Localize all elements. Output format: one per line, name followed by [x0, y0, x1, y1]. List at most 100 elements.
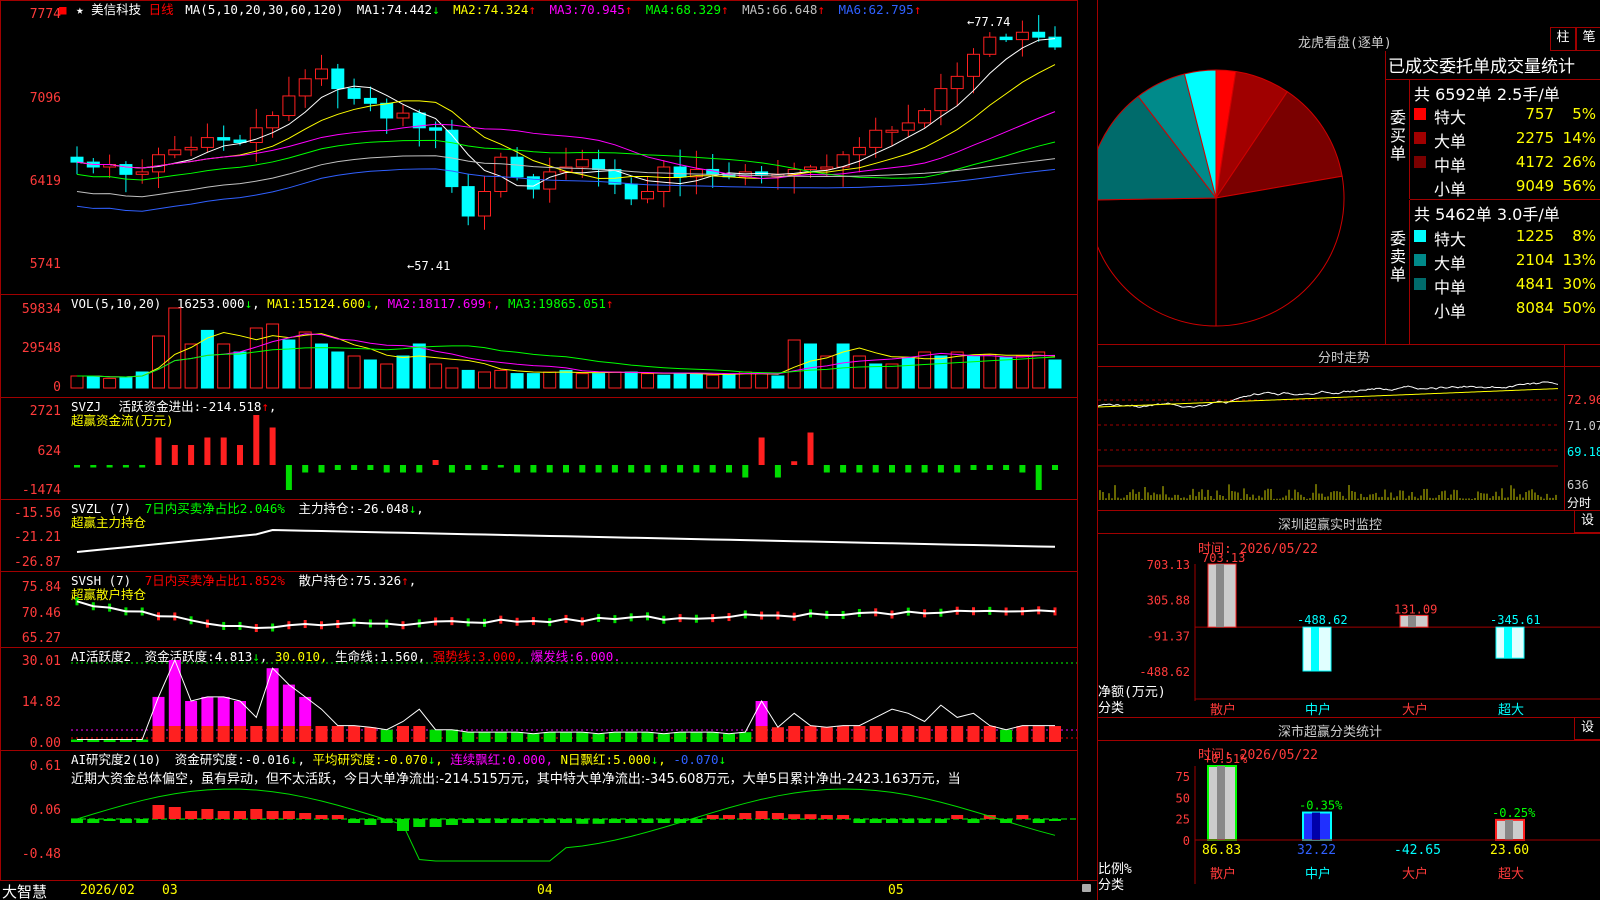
active-bar	[462, 732, 475, 742]
vol-bar	[983, 353, 997, 389]
research-bar	[282, 811, 295, 819]
avg-line	[1098, 388, 1558, 408]
candle-body	[135, 171, 149, 175]
intraday-chart[interactable]	[1098, 345, 1558, 511]
sz-monitor-panel[interactable]: 深圳超赢实时监控 设 时间: 2026/05/22 703.13 305.88 -9…	[1097, 510, 1600, 718]
research-bar	[788, 814, 801, 819]
pen-mode-button[interactable]: 笔	[1576, 27, 1600, 51]
research-bar	[445, 819, 458, 825]
vol-bar	[478, 371, 491, 389]
research-bar	[886, 819, 898, 823]
svzj-bar	[432, 460, 439, 465]
svzl-chart[interactable]	[1, 500, 1078, 572]
lhkp-pie[interactable]	[1098, 27, 1368, 327]
vol-bar	[200, 329, 214, 389]
intraday-y-axis: 72.96 71.07 69.18 636 分时	[1564, 345, 1600, 510]
active-bar	[902, 726, 915, 742]
research-bar	[511, 819, 524, 823]
lock-icon[interactable]	[1082, 884, 1091, 892]
svzj-bar	[644, 465, 651, 473]
research-bar	[478, 819, 491, 823]
research-bar	[592, 819, 605, 824]
active-bar	[820, 727, 833, 742]
bar-top-label: -0.35%	[1299, 799, 1343, 813]
active-bar	[1032, 726, 1045, 742]
ai-active-panel[interactable]: 30.01 14.82 0.00 AI活跃度2 资金活跃度:4.813↓, 30…	[0, 647, 1078, 751]
research-bar	[951, 815, 964, 819]
candle-body	[934, 88, 948, 112]
y-tick: 0	[1183, 834, 1190, 848]
y-tick: 71.07	[1567, 419, 1600, 433]
bar-value-label: 32.22	[1297, 843, 1336, 858]
vol-bar	[526, 373, 540, 389]
y-tick: 305.88	[1147, 594, 1190, 608]
bar-shade	[1216, 564, 1224, 628]
active-bar	[413, 726, 426, 742]
category-label: 超大	[1498, 867, 1524, 882]
active-bar	[315, 726, 328, 742]
sz-class-chart[interactable]: 75 50 25 0 +0.51% 86.83 散户 -0.35% 32.22 中户 -42.65 大…	[1098, 718, 1600, 900]
sz-class-panel[interactable]: 深市超赢分类统计 设 时间: 2026/05/22 75 50 25 0 +0.51% 8…	[1097, 717, 1600, 900]
sz-monitor-chart[interactable]: 703.13 305.88 -91.37 -488.62 703.13 散户 -488.62…	[1098, 511, 1600, 718]
svsh-chart[interactable]	[1, 572, 1078, 648]
svzj-bar	[856, 465, 863, 473]
ai-active-chart[interactable]	[1, 648, 1078, 751]
y-tick: 分时	[1567, 496, 1592, 510]
vol-bar	[331, 351, 345, 389]
candle-body	[820, 166, 834, 170]
active-bar	[185, 701, 198, 726]
research-bar	[755, 811, 768, 819]
buy-row-m: 中单 4172 26%	[1410, 151, 1600, 175]
intraday-panel[interactable]: 分时走势 72.96 71.07 69.18 636 分时	[1097, 344, 1600, 511]
active-bar	[168, 726, 181, 742]
active-bar	[511, 732, 524, 742]
active-bar	[429, 729, 442, 742]
active-bar	[152, 726, 165, 742]
vol-bar	[575, 373, 589, 389]
candle-body	[315, 68, 328, 80]
svzj-bar	[742, 465, 749, 478]
vol-bar	[429, 363, 443, 389]
ai-research-panel[interactable]: 0.61 0.06 -0.48 AI研究度2(10) 资金研究度:-0.016↓…	[0, 750, 1078, 881]
vol-bar	[787, 339, 801, 389]
active-bar	[1016, 726, 1029, 742]
vol-chart[interactable]	[1, 295, 1078, 398]
svzj-bar	[448, 465, 455, 473]
sell-row-m: 中单 4841 30%	[1410, 273, 1600, 297]
svzj-bar	[302, 465, 309, 473]
svsh-panel[interactable]: 75.84 70.46 65.27 SVSH (7) 7日内买卖净占比1.852…	[0, 571, 1078, 648]
kline-panel[interactable]: 7774 7096 6419 5741 ■ ★ 美信科技 日线 MA(5,10,…	[0, 0, 1078, 295]
low-mark: ←57.41	[407, 259, 451, 273]
candle-body	[804, 166, 817, 170]
bar-mode-button[interactable]: 柱	[1550, 27, 1576, 51]
candle-body	[967, 53, 980, 77]
vol-bar	[315, 343, 328, 389]
vol-bar	[967, 355, 980, 389]
candle-body	[950, 75, 964, 90]
research-bar	[103, 819, 116, 821]
vol-panel[interactable]: 59834 29548 0 VOL(5,10,20) 16253.000↓, M…	[0, 294, 1078, 398]
kline-chart[interactable]	[1, 1, 1078, 295]
active-bar	[853, 726, 866, 742]
svzj-panel[interactable]: 2721 624 -1474 SVZJ 活跃资金进出:-214.518↑, 超赢…	[0, 397, 1078, 500]
svzj-bar	[481, 465, 488, 470]
active-bar	[250, 726, 263, 742]
ai-research-chart[interactable]	[1, 751, 1078, 881]
vol-bar	[901, 357, 915, 389]
research-bar	[560, 819, 572, 823]
active-bar	[1049, 726, 1061, 742]
y-tick: -488.62	[1139, 665, 1190, 679]
candle-body	[592, 159, 606, 170]
buy-summary: 共 6592单 2.5手/单	[1414, 85, 1560, 104]
svzl-panel[interactable]: -15.56 -21.21 -26.87 SVZL (7) 7日内买卖净占比2.…	[0, 499, 1078, 572]
lhkp-panel[interactable]: 龙虎看盘(逐单) 柱 笔 已成交委托单成交量统计 委买单 共 6592单 2.5…	[1097, 27, 1600, 345]
vol-bar	[820, 355, 834, 389]
date-label: 04	[537, 883, 553, 898]
svzj-bar	[220, 437, 227, 465]
svzj-bar	[318, 465, 325, 473]
svzj-bar	[1052, 465, 1058, 470]
bar-shade	[1312, 812, 1320, 840]
svzj-chart[interactable]	[1, 398, 1078, 500]
vol-bar	[559, 369, 573, 389]
vol-bar	[363, 359, 377, 389]
